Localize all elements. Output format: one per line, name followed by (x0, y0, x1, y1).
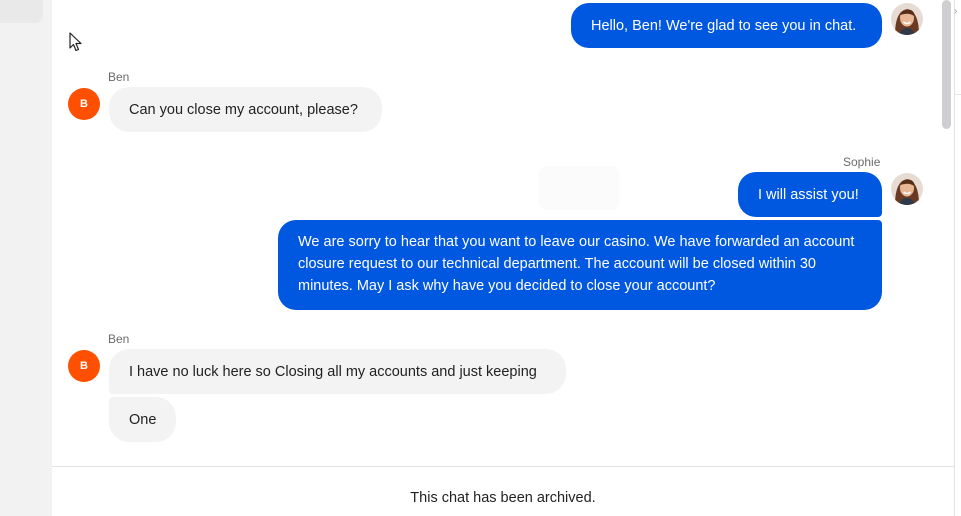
message-text: We are sorry to hear that you want to le… (298, 234, 855, 294)
sender-name: Ben (108, 70, 130, 84)
archived-notice: This chat has been archived. (410, 490, 596, 506)
message-text: Hello, Ben! We're glad to see you in cha… (591, 17, 857, 34)
customer-message-bubble: One (109, 397, 176, 442)
sender-name: Ben (108, 332, 130, 346)
agent-avatar (891, 173, 923, 205)
left-panel-card[interactable] (0, 0, 43, 23)
agent-message-bubble: We are sorry to hear that you want to le… (278, 220, 882, 310)
sender-name: Sophie (843, 155, 881, 169)
avatar-initial: B (80, 98, 88, 110)
agent-message-bubble: I will assist you! (738, 172, 882, 217)
customer-avatar: B (68, 350, 100, 382)
agent-avatar (891, 3, 923, 35)
message-text: I will assist you! (758, 186, 859, 203)
customer-message-bubble: I have no luck here so Closing all my ac… (109, 349, 566, 394)
left-panel (0, 0, 53, 516)
right-edge-arrow-icon: › (954, 6, 958, 17)
agent-photo-avatar (891, 3, 923, 35)
scrollbar-thumb[interactable] (942, 0, 951, 129)
faded-overlay (539, 166, 619, 210)
avatar-initial: B (80, 360, 88, 372)
right-edge-divider (955, 94, 961, 95)
agent-message-bubble: Hello, Ben! We're glad to see you in cha… (571, 3, 882, 48)
message-text: One (129, 411, 157, 428)
customer-message-bubble: Can you close my account, please? (109, 87, 382, 132)
mouse-pointer-icon (69, 32, 82, 52)
message-text: I have no luck here so Closing all my ac… (129, 363, 537, 380)
customer-avatar: B (68, 88, 100, 120)
footer-divider (52, 466, 954, 467)
right-edge-panel (955, 0, 961, 516)
message-text: Can you close my account, please? (129, 101, 358, 118)
agent-photo-avatar (891, 173, 923, 205)
